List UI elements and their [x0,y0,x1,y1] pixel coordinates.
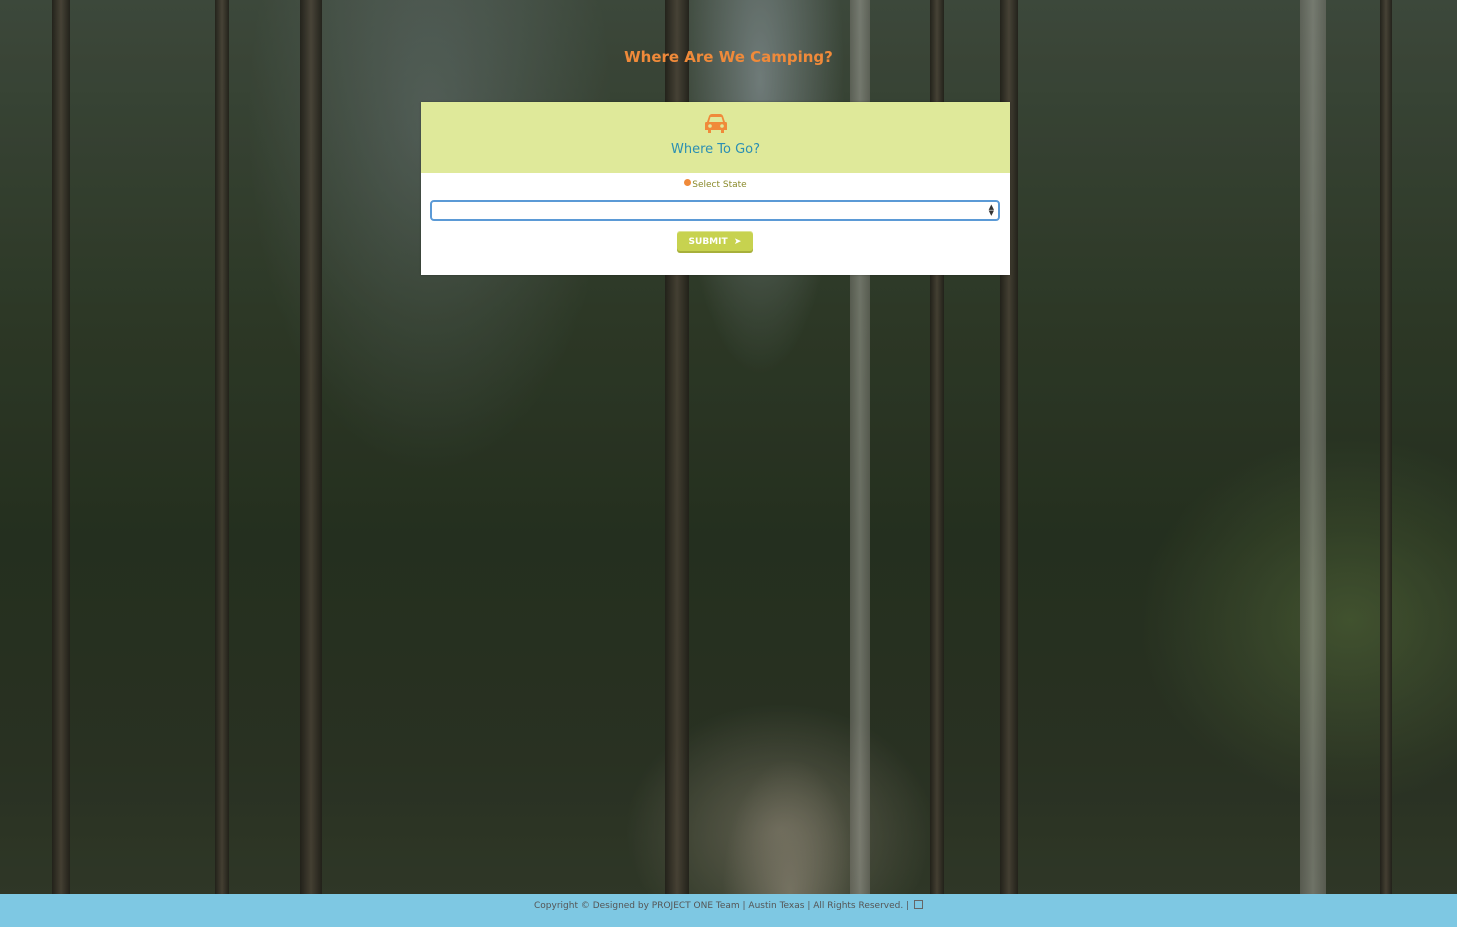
submit-button[interactable]: SUBMIT ➤ [677,231,753,251]
page-title: Where Are We Camping? [624,48,833,66]
state-select[interactable]: ▲ ▼ [430,200,1000,221]
alert-dot-icon [684,179,692,186]
footer: Copyright © Designed by PROJECT ONE Team… [0,894,1457,927]
card-title: Where To Go? [670,142,761,157]
arrow-right-icon: ➤ [730,237,742,247]
submit-button-label: SUBMIT [688,237,728,247]
select-state-label-text: Select State [692,180,747,190]
footer-copyright: Copyright © Designed by PROJECT ONE Team… [534,901,910,911]
select-arrows-icon: ▲ ▼ [988,203,994,217]
destination-form-card: Where To Go? Select State ▲ ▼ SUBMIT ➤ [421,102,1010,275]
page: Where Are We Camping? Where To Go? Selec… [0,0,1457,927]
card-header: Where To Go? [421,102,1010,173]
car-icon [704,113,728,135]
select-state-label: Select State [421,179,1010,190]
github-icon[interactable] [914,900,923,909]
